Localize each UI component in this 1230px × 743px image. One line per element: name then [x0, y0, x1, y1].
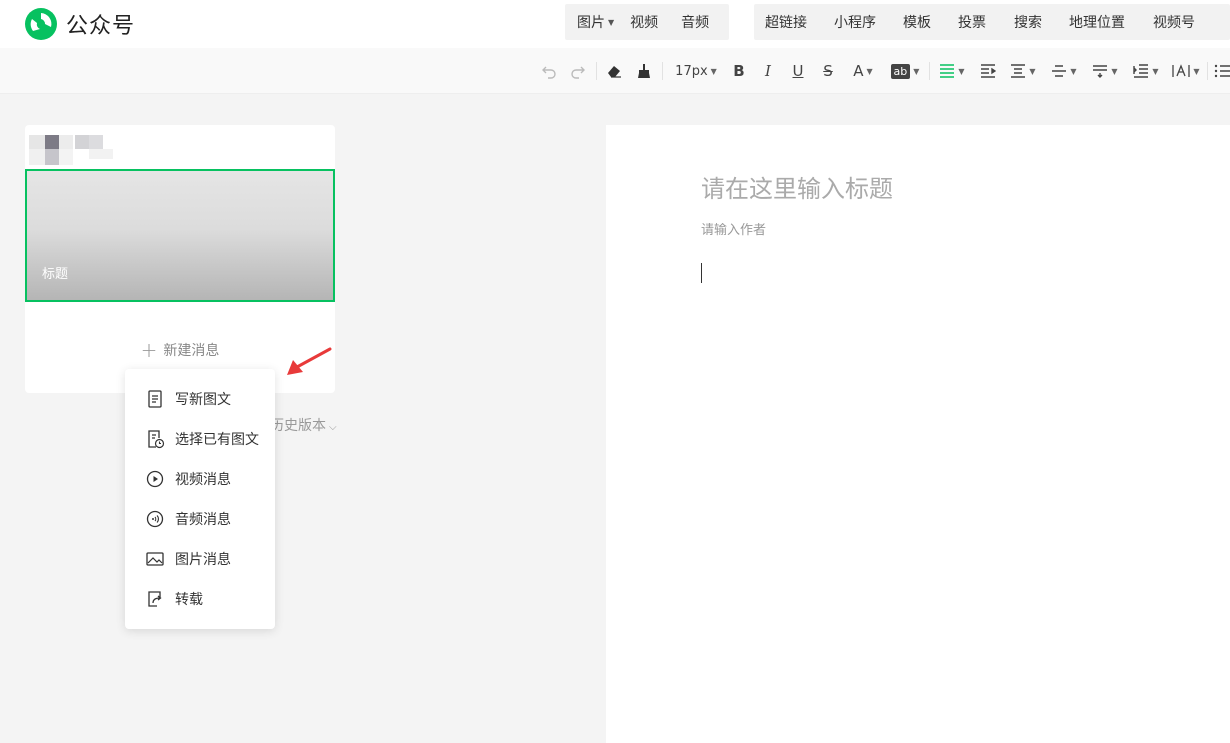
audio-circle-icon [146, 510, 164, 528]
font-size-value: 17px [675, 63, 708, 79]
caret-down-icon: ▼ [710, 66, 717, 76]
toolbar-divider [929, 62, 930, 80]
insert-image-label: 图片 [577, 15, 605, 31]
indent-button[interactable] [978, 61, 998, 81]
play-circle-icon [146, 470, 164, 488]
format-toolbar: 17px ▼ B I U S A ▼ ab ▼ ▼ ▼ ▼ ▼ ▼ ▼ [0, 48, 1230, 94]
menu-item-label: 写新图文 [175, 392, 231, 408]
font-color-button[interactable]: A ▼ [848, 61, 878, 81]
line-spacing-icon [1052, 65, 1067, 77]
background-color-button[interactable]: ab ▼ [889, 61, 921, 81]
font-color-label: A [853, 62, 864, 80]
account-avatar-mosaic [29, 135, 113, 165]
insert-miniprogram-button[interactable]: 小程序 [820, 12, 890, 32]
menu-item-label: 音频消息 [175, 512, 231, 528]
toolbar-divider [596, 62, 597, 80]
eraser-icon [608, 66, 621, 78]
insert-vote-button[interactable]: 投票 [944, 12, 1000, 32]
title-input[interactable] [701, 175, 1201, 203]
insert-media-group: 图片 ▼ 视频 音频 [565, 4, 729, 40]
menu-item-audio-message[interactable]: 音频消息 [145, 508, 231, 530]
chevron-down-icon: ⌵ [329, 422, 337, 433]
caret-down-icon: ▼ [1029, 66, 1036, 76]
insert-audio-button[interactable]: 音频 [671, 12, 721, 32]
undo-button[interactable] [539, 61, 559, 81]
format-painter-button[interactable] [634, 61, 654, 81]
new-message-label: 新建消息 [163, 343, 220, 359]
insert-tools-group: 超链接 小程序 模板 投票 搜索 地理位置 视频号 [754, 4, 1230, 40]
caret-down-icon: ▼ [1111, 66, 1118, 76]
paragraph-before-icon [1093, 65, 1108, 78]
insert-template-button[interactable]: 模板 [890, 12, 944, 32]
menu-item-choose-existing[interactable]: 选择已有图文 [145, 428, 259, 450]
line-spacing-button[interactable]: ▼ [1049, 61, 1079, 81]
indent-icon [981, 64, 996, 78]
toolbar-divider [662, 62, 663, 80]
menu-item-video-message[interactable]: 视频消息 [145, 468, 231, 490]
underline-button[interactable]: U [788, 61, 808, 81]
red-arrow-annotation [287, 347, 332, 375]
plus-icon: + [140, 338, 158, 362]
strikethrough-button[interactable]: S [818, 61, 838, 81]
menu-item-label: 图片消息 [175, 552, 231, 568]
caret-down-icon: ▼ [958, 66, 965, 76]
menu-item-label: 选择已有图文 [175, 432, 259, 448]
new-message-dropdown: 写新图文 选择已有图文 视频消息 音频消息 图片消息 转载 [125, 369, 275, 629]
menu-item-label: 转载 [175, 592, 203, 608]
history-label: 历史版本 [270, 418, 326, 434]
caret-down-icon: ▼ [1070, 66, 1077, 76]
italic-button[interactable]: I [758, 61, 778, 81]
font-size-select[interactable]: 17px ▼ [672, 61, 720, 81]
document-clock-icon [148, 430, 165, 449]
caret-down-icon: ▼ [866, 66, 873, 76]
menu-item-image-message[interactable]: 图片消息 [145, 548, 231, 570]
logo-text: 公众号 [66, 14, 136, 39]
document-icon [148, 390, 162, 408]
letter-spacing-icon [1172, 64, 1191, 77]
undo-icon [542, 66, 556, 79]
bg-color-label: ab [890, 63, 911, 79]
share-icon [148, 591, 162, 607]
align-justify-icon [940, 64, 955, 78]
top-bar: 公众号 图片 ▼ 视频 音频 超链接 小程序 模板 投票 搜索 地理位置 视频号 [0, 0, 1230, 48]
caret-down-icon: ▼ [608, 18, 615, 27]
spacing-button[interactable]: ▼ [1008, 61, 1038, 81]
insert-location-button[interactable]: 地理位置 [1055, 12, 1139, 32]
menu-item-repost[interactable]: 转载 [145, 588, 203, 610]
redo-button[interactable] [568, 61, 588, 81]
text-cursor [701, 263, 702, 283]
paragraph-after-icon [1133, 64, 1149, 78]
history-version-button[interactable]: 历史版本 ⌵ [270, 415, 337, 435]
article-cover-selected[interactable]: 标题 [25, 169, 335, 302]
logo[interactable]: 公众号 [24, 7, 135, 41]
align-justify-button[interactable]: ▼ [937, 61, 967, 81]
paragraph-spacing-icon [1011, 64, 1026, 78]
cover-title: 标题 [42, 267, 69, 282]
toolbar-divider [1207, 62, 1208, 80]
insert-search-button[interactable]: 搜索 [1000, 12, 1055, 32]
menu-item-label: 视频消息 [175, 472, 231, 488]
menu-item-write-article[interactable]: 写新图文 [145, 388, 231, 410]
paragraph-after-button[interactable]: ▼ [1131, 61, 1161, 81]
editor-panel [606, 125, 1230, 743]
clear-format-button[interactable] [604, 61, 624, 81]
caret-down-icon: ▼ [913, 66, 920, 76]
image-icon [146, 552, 164, 566]
author-input[interactable] [701, 223, 1001, 238]
insert-link-button[interactable]: 超链接 [754, 12, 820, 32]
insert-image-button[interactable]: 图片 ▼ [565, 12, 624, 32]
bold-button[interactable]: B [729, 61, 749, 81]
redo-icon [571, 66, 585, 79]
insert-video-button[interactable]: 视频 [624, 12, 671, 32]
caret-down-icon: ▼ [1193, 66, 1200, 76]
insert-channels-button[interactable]: 视频号 [1139, 12, 1205, 32]
bullet-list-icon [1214, 64, 1230, 78]
list-button[interactable] [1214, 61, 1230, 81]
letter-spacing-button[interactable]: ▼ [1171, 61, 1201, 81]
paragraph-before-button[interactable]: ▼ [1090, 61, 1120, 81]
wechat-mp-logo-icon [25, 8, 57, 40]
caret-down-icon: ▼ [1152, 66, 1159, 76]
format-brush-icon [638, 64, 650, 78]
